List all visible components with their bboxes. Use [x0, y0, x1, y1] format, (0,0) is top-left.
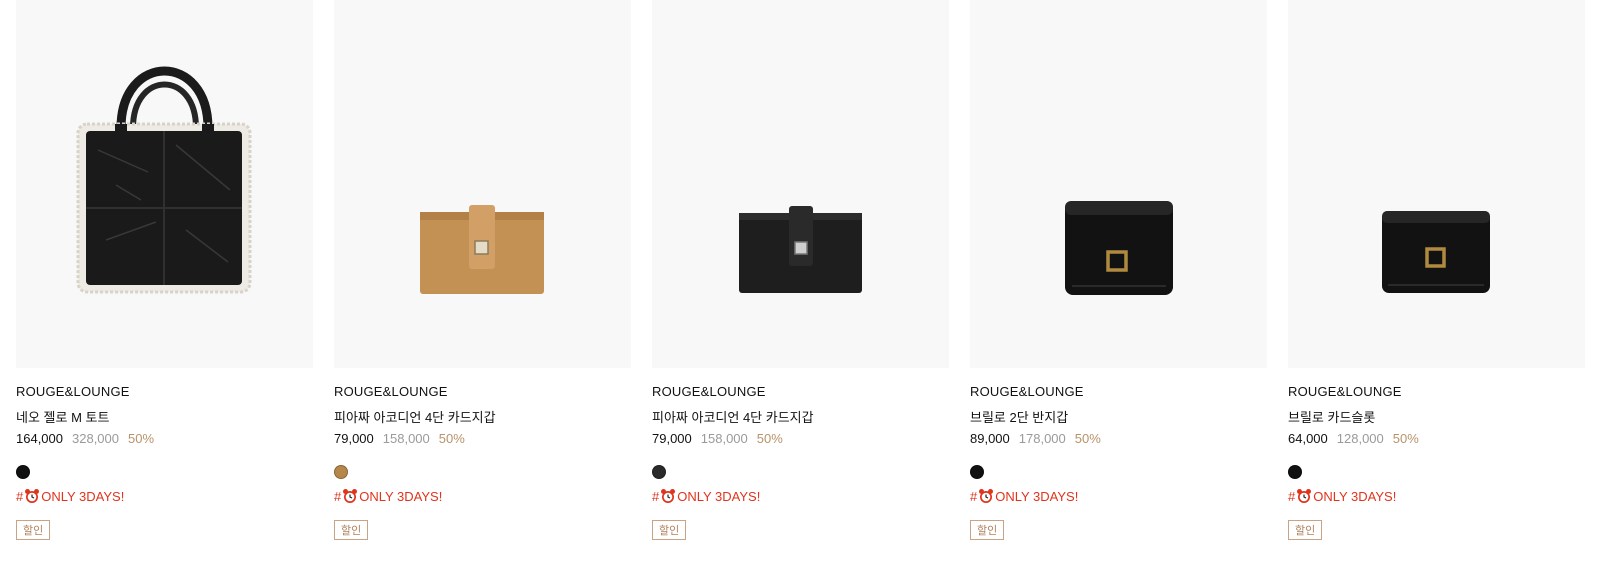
tote-bag-image: [76, 66, 252, 294]
sale-price: 64,000: [1288, 431, 1328, 446]
original-price: 128,000: [1336, 431, 1384, 446]
tag-hash: #: [16, 489, 24, 504]
alarm-clock-icon: [25, 489, 40, 503]
card-wallet-image: [420, 205, 544, 294]
product-brand: ROUGE&LOUNGE: [652, 384, 766, 399]
product-name[interactable]: 브릴로 2단 반지갑: [970, 407, 1068, 426]
alarm-clock-icon: [343, 489, 358, 503]
product-card[interactable]: ROUGE&LOUNGE 피아짜 아코디언 4단 카드지갑 79,000 158,…: [334, 0, 631, 566]
original-price: 158,000: [700, 431, 748, 446]
product-image[interactable]: [16, 0, 313, 368]
sale-badge: 할인: [1288, 520, 1323, 540]
product-image[interactable]: [652, 0, 949, 368]
color-swatch[interactable]: [1288, 465, 1302, 479]
discount-rate: 50%: [1392, 431, 1419, 446]
product-image[interactable]: [970, 0, 1267, 368]
card-wallet-image: [739, 206, 862, 293]
discount-rate: 50%: [1074, 431, 1101, 446]
sale-badge: 할인: [16, 520, 51, 540]
product-brand: ROUGE&LOUNGE: [1288, 384, 1402, 399]
tag-text: ONLY 3DAYS!: [995, 489, 1079, 504]
color-swatch[interactable]: [16, 465, 30, 479]
price-row: 89,000 178,000 50%: [970, 431, 1101, 446]
sale-price: 79,000: [652, 431, 692, 446]
card-slot-image: [1382, 211, 1490, 293]
product-brand: ROUGE&LOUNGE: [16, 384, 130, 399]
discount-rate: 50%: [438, 431, 465, 446]
sale-badge: 할인: [970, 520, 1005, 540]
sale-badge: 할인: [652, 520, 687, 540]
discount-rate: 50%: [756, 431, 783, 446]
product-brand: ROUGE&LOUNGE: [334, 384, 448, 399]
original-price: 158,000: [382, 431, 430, 446]
discount-rate: 50%: [128, 431, 155, 446]
alarm-clock-icon: [661, 489, 676, 503]
tag-text: ONLY 3DAYS!: [677, 489, 761, 504]
price-row: 79,000 158,000 50%: [334, 431, 465, 446]
color-swatch[interactable]: [652, 465, 666, 479]
product-image[interactable]: [1288, 0, 1585, 368]
promo-tag: # ONLY 3DAYS!: [970, 488, 1078, 504]
sale-price: 89,000: [970, 431, 1010, 446]
color-swatch[interactable]: [970, 465, 984, 479]
tag-hash: #: [652, 489, 660, 504]
tag-hash: #: [1288, 489, 1296, 504]
product-name[interactable]: 네오 젤로 M 토트: [16, 407, 109, 426]
product-grid: ROUGE&LOUNGE 네오 젤로 M 토트 164,000 328,000 50…: [16, 0, 1612, 566]
sale-price: 79,000: [334, 431, 374, 446]
promo-tag: # ONLY 3DAYS!: [16, 488, 124, 504]
bifold-wallet-image: [1065, 201, 1173, 295]
alarm-clock-icon: [1297, 489, 1312, 503]
color-swatch[interactable]: [334, 465, 348, 479]
tag-hash: #: [970, 489, 978, 504]
product-brand: ROUGE&LOUNGE: [970, 384, 1084, 399]
sale-badge: 할인: [334, 520, 369, 540]
tag-text: ONLY 3DAYS!: [359, 489, 443, 504]
original-price: 178,000: [1018, 431, 1066, 446]
price-row: 164,000 328,000 50%: [16, 431, 154, 446]
tag-hash: #: [334, 489, 342, 504]
promo-tag: # ONLY 3DAYS!: [1288, 488, 1396, 504]
product-name[interactable]: 브릴로 카드슬롯: [1288, 407, 1375, 426]
original-price: 328,000: [72, 431, 119, 446]
tag-text: ONLY 3DAYS!: [41, 489, 125, 504]
product-card[interactable]: ROUGE&LOUNGE 피아짜 아코디언 4단 카드지갑 79,000 158,…: [652, 0, 949, 566]
price-row: 79,000 158,000 50%: [652, 431, 783, 446]
promo-tag: # ONLY 3DAYS!: [334, 488, 442, 504]
product-card[interactable]: ROUGE&LOUNGE 네오 젤로 M 토트 164,000 328,000 50…: [16, 0, 313, 566]
product-image[interactable]: [334, 0, 631, 368]
price-row: 64,000 128,000 50%: [1288, 431, 1419, 446]
alarm-clock-icon: [979, 489, 994, 503]
product-name[interactable]: 피아짜 아코디언 4단 카드지갑: [334, 407, 496, 426]
product-card[interactable]: ROUGE&LOUNGE 브릴로 2단 반지갑 89,000 178,000 50%…: [970, 0, 1267, 566]
product-card[interactable]: ROUGE&LOUNGE 브릴로 카드슬롯 64,000 128,000 50% #…: [1288, 0, 1585, 566]
sale-price: 164,000: [16, 431, 63, 446]
tag-text: ONLY 3DAYS!: [1313, 489, 1397, 504]
product-name[interactable]: 피아짜 아코디언 4단 카드지갑: [652, 407, 814, 426]
promo-tag: # ONLY 3DAYS!: [652, 488, 760, 504]
